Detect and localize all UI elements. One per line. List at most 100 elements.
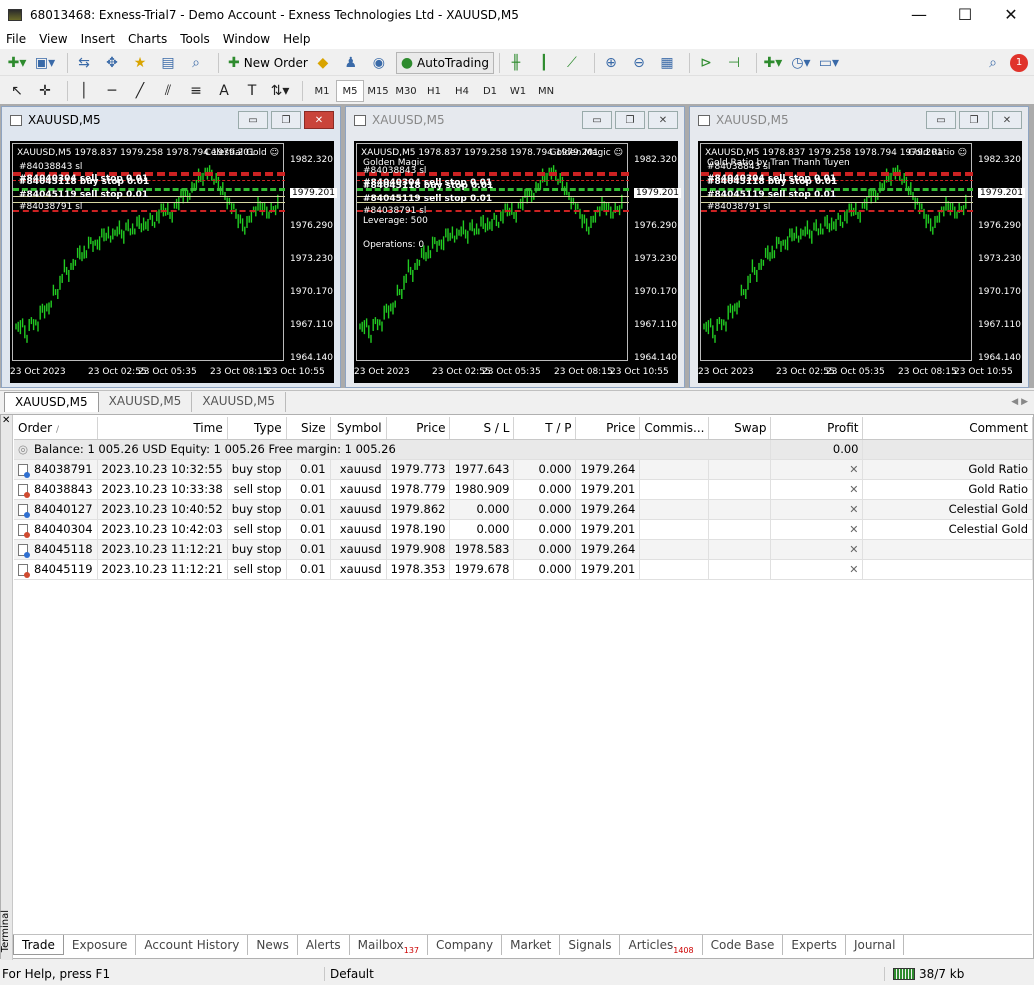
chart-canvas[interactable]: XAUUSD,M5 1978.837 1979.258 1978.794 197… <box>10 141 337 383</box>
horizontal-line-icon[interactable]: ─ <box>101 80 123 102</box>
zoom-out-icon[interactable]: ⊖ <box>628 52 650 74</box>
data-window-icon[interactable]: ✥ <box>101 52 123 74</box>
chart-canvas[interactable]: XAUUSD,M5 1978.837 1979.258 1978.794 197… <box>698 141 1025 383</box>
terminal-tab-experts[interactable]: Experts <box>783 935 846 955</box>
timeframe-w1[interactable]: W1 <box>504 80 532 102</box>
terminal-tab-journal[interactable]: Journal <box>846 935 905 955</box>
col-comment[interactable]: Comment <box>862 417 1033 440</box>
timeframe-d1[interactable]: D1 <box>476 80 504 102</box>
terminal-tab-market[interactable]: Market <box>502 935 561 955</box>
navigator-icon[interactable]: ★ <box>129 52 151 74</box>
balance-row[interactable]: ◎ Balance: 1 005.26 USD Equity: 1 005.26 … <box>14 439 1033 460</box>
timeframe-m15[interactable]: M15 <box>364 80 392 102</box>
terminal-tab-trade[interactable]: Trade <box>13 935 64 955</box>
chart-window-2[interactable]: XAUUSD,M5 ▭ ❐ ✕ XAUUSD,M5 1978.837 1979.… <box>345 106 685 388</box>
metaeditor-icon[interactable]: ◆ <box>312 52 334 74</box>
signals-icon[interactable]: ◉ <box>368 52 390 74</box>
crosshair-icon[interactable]: ✛ <box>34 80 56 102</box>
col-time[interactable]: Time <box>97 417 228 440</box>
terminal-tab-exposure[interactable]: Exposure <box>64 935 137 955</box>
menu-file[interactable]: File <box>3 32 32 46</box>
autoscroll-icon[interactable]: ⊳ <box>695 52 717 74</box>
col-symbol[interactable]: Symbol <box>330 417 387 440</box>
chart-plot-area[interactable]: XAUUSD,M5 1978.837 1979.258 1978.794 197… <box>356 143 629 361</box>
col-swap[interactable]: Swap <box>708 417 772 440</box>
maximize-button[interactable]: ☐ <box>942 0 988 29</box>
order-row[interactable]: 84040304 2023.10.23 10:42:03 sell stop 0… <box>14 519 1033 540</box>
timeframe-m30[interactable]: M30 <box>392 80 420 102</box>
bar-chart-icon[interactable]: ╫ <box>505 52 527 74</box>
new-chart-icon[interactable]: ✚▾ <box>6 52 28 74</box>
fibonacci-icon[interactable]: ≡ <box>185 80 207 102</box>
timeframe-m5[interactable]: M5 <box>336 80 364 102</box>
menu-insert[interactable]: Insert <box>78 32 121 46</box>
order-row[interactable]: 84038843 2023.10.23 10:33:38 sell stop 0… <box>14 479 1033 500</box>
order-row[interactable]: 84040127 2023.10.23 10:40:52 buy stop 0.… <box>14 499 1033 520</box>
order-row[interactable]: 84038791 2023.10.23 10:32:55 buy stop 0.… <box>14 459 1033 480</box>
col-profit[interactable]: Profit <box>770 417 864 440</box>
experts-icon[interactable]: ♟ <box>340 52 362 74</box>
indicators-icon[interactable]: ✚▾ <box>762 52 784 74</box>
terminal-close-icon[interactable]: ✕ <box>2 415 10 426</box>
autotrading-button[interactable]: ● AutoTrading <box>395 51 494 74</box>
trendline-icon[interactable]: ╱ <box>129 80 151 102</box>
minimize-button[interactable]: — <box>896 0 942 29</box>
terminal-tab-code-base[interactable]: Code Base <box>703 935 784 955</box>
col-sl[interactable]: S / L <box>449 417 515 440</box>
terminal-tab-alerts[interactable]: Alerts <box>298 935 350 955</box>
chart-close-button[interactable]: ✕ <box>992 111 1022 129</box>
chart-canvas[interactable]: XAUUSD,M5 1978.837 1979.258 1978.794 197… <box>354 141 681 383</box>
chart-minimize-button[interactable]: ▭ <box>238 111 268 129</box>
periods-icon[interactable]: ◷▾ <box>790 52 812 74</box>
text-label-icon[interactable]: T <box>241 80 263 102</box>
terminal-tab-mailbox[interactable]: Mailbox137 <box>350 935 429 955</box>
close-order-icon[interactable]: ✕ <box>849 523 858 536</box>
strategy-tester-icon[interactable]: ⌕ <box>185 52 207 74</box>
chart-close-button[interactable]: ✕ <box>304 111 334 129</box>
tab-scroll-arrows[interactable]: ◀ ▶ <box>1011 397 1028 407</box>
line-chart-icon[interactable]: ⟋ <box>561 52 583 74</box>
zoom-in-icon[interactable]: ⊕ <box>600 52 622 74</box>
terminal-tab-articles[interactable]: Articles1408 <box>620 935 703 955</box>
terminal-tab-company[interactable]: Company <box>428 935 503 955</box>
menu-view[interactable]: View <box>36 32 73 46</box>
chart-window-1[interactable]: XAUUSD,M5 ▭ ❐ ✕ XAUUSD,M5 1978.837 1979.… <box>1 106 341 388</box>
cursor-icon[interactable]: ↖ <box>6 80 28 102</box>
text-icon[interactable]: A <box>213 80 235 102</box>
chart-shift-icon[interactable]: ⊣ <box>723 52 745 74</box>
col-price[interactable]: Price <box>386 417 451 440</box>
tile-windows-icon[interactable]: ▦ <box>656 52 678 74</box>
terminal-icon[interactable]: ▤ <box>157 52 179 74</box>
vertical-line-icon[interactable]: │ <box>73 80 95 102</box>
timeframe-h4[interactable]: H4 <box>448 80 476 102</box>
chart-restore-button[interactable]: ❐ <box>615 111 645 129</box>
chart-window-3[interactable]: XAUUSD,M5 ▭ ❐ ✕ XAUUSD,M5 1978.837 1979.… <box>689 106 1029 388</box>
terminal-tab-signals[interactable]: Signals <box>560 935 621 955</box>
terminal-tab-news[interactable]: News <box>248 935 298 955</box>
chart-window-titlebar[interactable]: XAUUSD,M5 ▭ ❐ ✕ <box>346 107 684 133</box>
col-current-price[interactable]: Price <box>575 417 641 440</box>
col-commission[interactable]: Commis... <box>639 417 710 440</box>
chart-minimize-button[interactable]: ▭ <box>926 111 956 129</box>
chart-restore-button[interactable]: ❐ <box>271 111 301 129</box>
menu-window[interactable]: Window <box>220 32 276 46</box>
close-order-icon[interactable]: ✕ <box>849 563 858 576</box>
col-order[interactable]: Order / <box>14 417 98 440</box>
chart-tab-3[interactable]: XAUUSD,M5 <box>192 392 286 412</box>
col-tp[interactable]: T / P <box>513 417 577 440</box>
templates-icon[interactable]: ▭▾ <box>818 52 840 74</box>
chart-plot-area[interactable]: XAUUSD,M5 1978.837 1979.258 1978.794 197… <box>12 143 285 361</box>
timeframe-h1[interactable]: H1 <box>420 80 448 102</box>
menu-tools[interactable]: Tools <box>177 32 216 46</box>
order-row[interactable]: 84045119 2023.10.23 11:12:21 sell stop 0… <box>14 559 1033 580</box>
close-button[interactable]: ✕ <box>988 0 1034 29</box>
timeframe-m1[interactable]: M1 <box>308 80 336 102</box>
chart-plot-area[interactable]: XAUUSD,M5 1978.837 1979.258 1978.794 197… <box>700 143 973 361</box>
new-order-button[interactable]: ✚ New Order <box>224 52 312 74</box>
notification-badge[interactable]: 1 <box>1010 53 1028 72</box>
profiles-icon[interactable]: ▣▾ <box>34 52 56 74</box>
chart-restore-button[interactable]: ❐ <box>959 111 989 129</box>
close-order-icon[interactable]: ✕ <box>849 543 858 556</box>
chart-close-button[interactable]: ✕ <box>648 111 678 129</box>
market-watch-icon[interactable]: ⇆ <box>73 52 95 74</box>
